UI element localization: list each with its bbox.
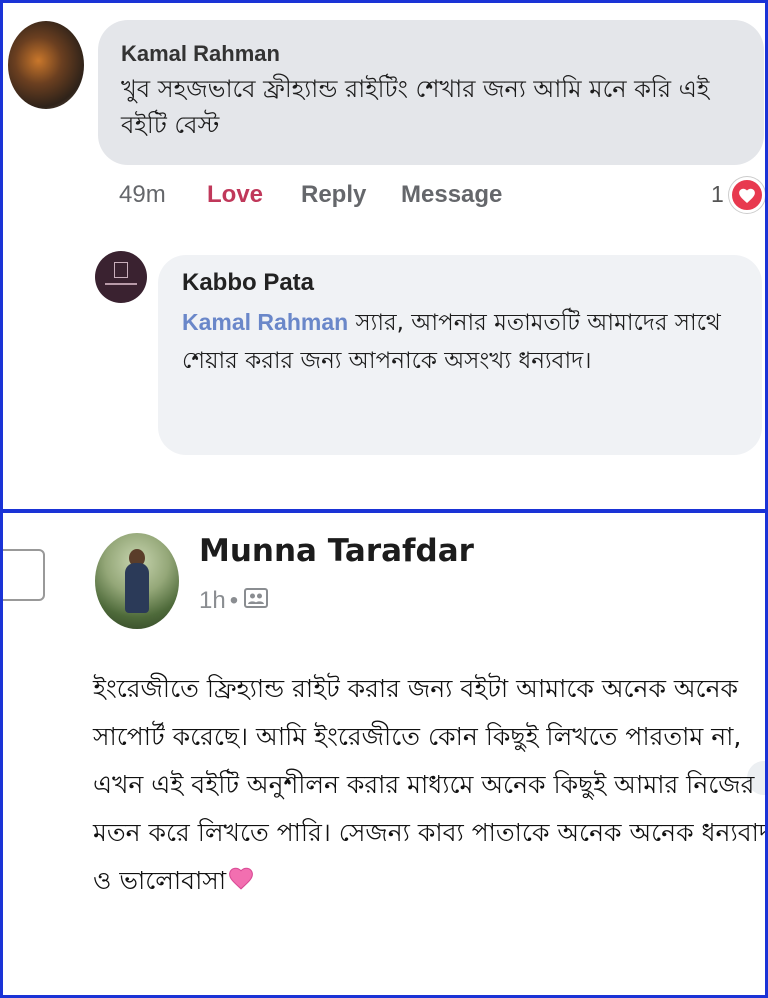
friends-icon[interactable] (244, 587, 269, 616)
logo-mark (105, 283, 137, 285)
review-panel: Munna Tarafdar 1h • ইংরেজীতে ফ্রিহ্যান্ড … (0, 510, 768, 998)
reaction-count[interactable]: 1 (711, 181, 724, 208)
reply-text: Kamal Rahman স্যার, আপনার মতামতটি আমাদের… (182, 303, 742, 380)
comment-author[interactable]: Kamal Rahman (121, 41, 280, 67)
post-author[interactable]: Munna Tarafdar (199, 533, 474, 569)
comment-text: খুব সহজভাবে ফ্রীহ্যান্ড রাইটিং শেখার জন্… (121, 75, 710, 139)
message-button[interactable]: Message (401, 181, 502, 209)
avatar-kabbo-pata[interactable] (95, 251, 147, 303)
reply-author[interactable]: Kabbo Pata (182, 269, 314, 297)
meta-separator: • (229, 587, 239, 614)
avatar-munna-tarafdar[interactable] (95, 533, 179, 629)
heart-icon[interactable] (729, 177, 765, 213)
mention-link[interactable]: Kamal Rahman (182, 309, 348, 335)
avatar-figure (125, 563, 149, 613)
select-checkbox[interactable] (3, 549, 45, 601)
post-body: ইংরেজীতে ফ্রিহ্যান্ড রাইট করার জন্য বইটা… (93, 674, 768, 895)
post-text: ইংরেজীতে ফ্রিহ্যান্ড রাইট করার জন্য বইটা… (93, 665, 768, 906)
love-button[interactable]: Love (207, 181, 263, 209)
post-timestamp[interactable]: 1h (199, 587, 226, 614)
comment-thread-panel: Kamal Rahman খুব সহজভাবে ফ্রীহ্যান্ড রাই… (0, 0, 768, 512)
post-meta: 1h • (199, 587, 269, 616)
pink-heart-icon (228, 858, 254, 906)
comment-timestamp[interactable]: 49m (119, 181, 166, 209)
page-logo-icon (114, 262, 128, 278)
avatar-kamal-rahman[interactable] (8, 21, 84, 109)
reply-button[interactable]: Reply (301, 181, 366, 209)
